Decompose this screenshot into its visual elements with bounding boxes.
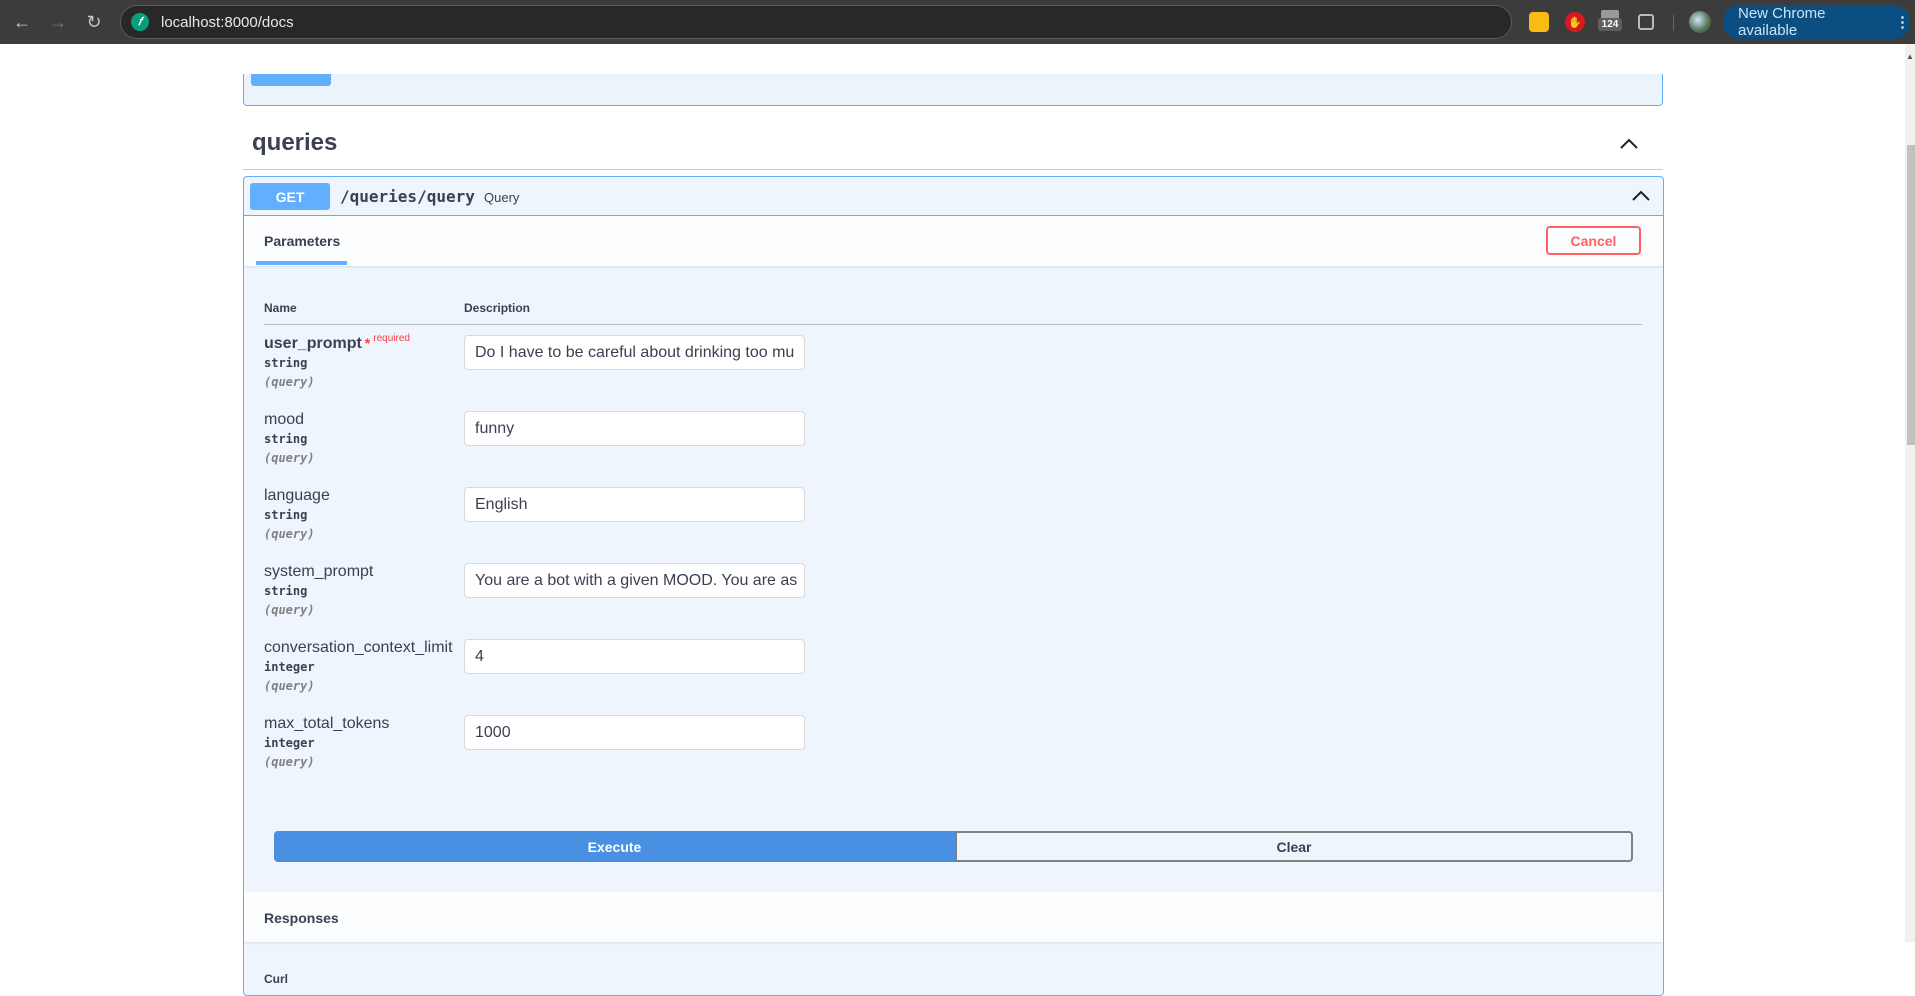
toolbar-divider (1673, 15, 1674, 31)
execute-button-group: Execute Clear (274, 831, 1633, 862)
reload-button[interactable]: ↻ (82, 10, 106, 34)
parameter-type: integer (264, 736, 315, 750)
responses-title: Responses (264, 910, 339, 926)
swagger-page: queries GET /queries/query Query Paramet… (0, 44, 1900, 996)
parameter-name: mood (264, 411, 305, 428)
parameter-name: conversation_context_limit (264, 639, 453, 656)
forward-button[interactable]: → (46, 10, 70, 34)
parameter-row-user-prompt: user_prompt * required string (query) Do I… (264, 333, 1642, 411)
conversation-context-limit-input[interactable]: 4 (464, 639, 805, 674)
required-star: * (364, 335, 371, 351)
parameter-location: (query) (264, 451, 315, 465)
profile-avatar[interactable] (1689, 11, 1711, 33)
column-header-description: Description (464, 301, 531, 315)
extensions-puzzle-icon[interactable] (1638, 14, 1654, 30)
page-scrollbar-thumb[interactable] (1907, 145, 1915, 445)
user-prompt-input[interactable]: Do I have to be careful about drinking t… (464, 335, 805, 370)
parameter-type: integer (264, 660, 315, 674)
update-label: New Chrome available (1738, 5, 1826, 39)
parameter-name: system_prompt (264, 563, 374, 580)
counter-extension-icon[interactable]: 124 (1598, 10, 1622, 34)
operation-block: GET /queries/query Query Parameters Canc… (243, 176, 1664, 996)
adblock-extension-icon[interactable]: ✋ (1565, 12, 1585, 32)
parameter-type: string (264, 432, 308, 446)
curl-label: Curl (264, 972, 288, 986)
execute-button[interactable]: Execute (274, 831, 955, 862)
tab-parameters[interactable]: Parameters (264, 233, 340, 249)
parameter-location: (query) (264, 375, 315, 389)
system-prompt-input[interactable]: You are a bot with a given MOOD. You are… (464, 563, 805, 598)
previous-operation-block[interactable] (243, 74, 1663, 106)
extension-badge: 124 (1598, 18, 1622, 31)
clear-button[interactable]: Clear (955, 831, 1633, 862)
menu-dots-icon: ⋮ (1895, 14, 1910, 31)
parameter-location: (query) (264, 603, 315, 617)
parameter-location: (query) (264, 679, 315, 693)
url-text[interactable]: localhost:8000/docs (161, 14, 294, 31)
tag-divider (243, 169, 1663, 170)
parameters-header-divider (264, 324, 1642, 325)
parameter-row-system-prompt: system_prompt string (query) You are a b… (264, 563, 1642, 639)
tag-title[interactable]: queries (252, 129, 337, 157)
responses-section-header: Responses (244, 892, 1663, 942)
required-label: required (373, 333, 410, 344)
operation-description: Query (484, 190, 520, 205)
operation-path: /queries/query (340, 187, 475, 206)
method-badge: GET (250, 183, 330, 210)
parameter-name: max_total_tokens (264, 715, 390, 732)
operation-summary[interactable]: GET /queries/query Query (244, 177, 1663, 216)
max-total-tokens-input[interactable]: 1000 (464, 715, 805, 750)
back-button[interactable]: ← (10, 10, 34, 34)
parameter-name: language (264, 487, 330, 504)
active-tab-indicator (256, 261, 347, 265)
lightbulb-extension-icon[interactable] (1529, 12, 1549, 32)
parameter-name: user_prompt * required (264, 333, 410, 352)
mood-input[interactable]: funny (464, 411, 805, 446)
parameter-type: string (264, 356, 308, 370)
tag-collapse-chevron-icon[interactable] (1618, 133, 1640, 155)
scroll-up-arrow-icon[interactable]: ▲ (1906, 52, 1914, 61)
parameter-row-mood: mood string (query) funny (264, 411, 1642, 487)
browser-toolbar: ← → ↻ 𝑓 localhost:8000/docs ✋ 124 New Ch… (0, 0, 1915, 44)
address-bar[interactable]: 𝑓 localhost:8000/docs (120, 5, 1512, 39)
operation-collapse-chevron-icon[interactable] (1630, 185, 1652, 207)
fastapi-favicon-icon: 𝑓 (131, 13, 149, 31)
parameter-type: string (264, 584, 308, 598)
previous-method-badge (251, 74, 331, 86)
parameter-location: (query) (264, 755, 315, 769)
cancel-button[interactable]: Cancel (1546, 226, 1641, 255)
column-header-name: Name (264, 301, 297, 315)
chrome-update-button[interactable]: New Chrome available ⋮ (1723, 5, 1910, 39)
parameter-row-language: language string (query) English (264, 487, 1642, 563)
parameter-row-max-total-tokens: max_total_tokens integer (query) 1000 (264, 715, 1642, 791)
parameters-section-header: Parameters Cancel (244, 216, 1663, 266)
language-input[interactable]: English (464, 487, 805, 522)
parameter-location: (query) (264, 527, 315, 541)
parameter-row-conversation-context-limit: conversation_context_limit integer (quer… (264, 639, 1642, 715)
parameter-type: string (264, 508, 308, 522)
